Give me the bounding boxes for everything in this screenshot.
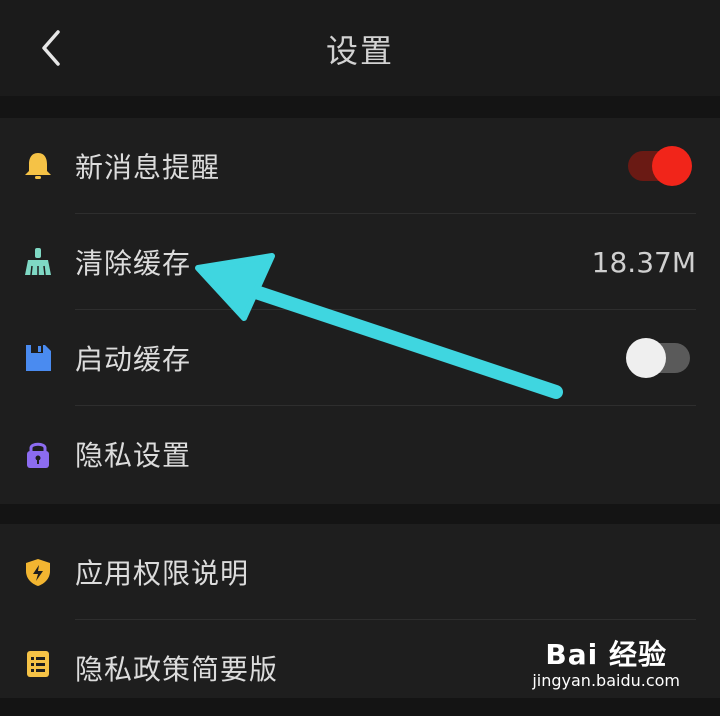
cache-size-value: 18.37M (591, 245, 696, 279)
settings-item-label: 清除缓存 (75, 247, 192, 280)
page-title: 设置 (325, 32, 394, 70)
watermark: Bai 经验 jingyan.baidu.com (532, 633, 680, 690)
shield-icon (22, 556, 54, 588)
toggle-knob (652, 146, 692, 186)
settings-item-label: 隐私政策简要版 (75, 653, 279, 686)
document-icon (22, 648, 54, 680)
save-icon (22, 342, 54, 374)
settings-group-main: 新消息提醒 清除缓存 18.37M 启动缓存 隐私设置 (0, 118, 720, 504)
settings-item-clear-cache[interactable]: 清除缓存 18.37M (0, 214, 720, 310)
broom-icon (22, 246, 54, 278)
settings-item-privacy[interactable]: 隐私设置 (0, 406, 720, 502)
top-bar: 设置 (0, 0, 720, 96)
settings-item-label: 新消息提醒 (75, 151, 221, 184)
startup-cache-toggle[interactable] (626, 338, 690, 378)
lock-icon (22, 438, 54, 470)
watermark-logo: Bai 经验 (545, 638, 667, 671)
settings-item-new-message[interactable]: 新消息提醒 (0, 118, 720, 214)
settings-item-app-permissions[interactable]: 应用权限说明 (0, 524, 720, 620)
settings-item-startup-cache[interactable]: 启动缓存 (0, 310, 720, 406)
settings-item-label: 启动缓存 (75, 343, 192, 376)
settings-item-label: 应用权限说明 (75, 557, 250, 590)
new-message-toggle[interactable] (628, 146, 692, 186)
watermark-url: jingyan.baidu.com (532, 671, 680, 690)
toggle-knob (626, 338, 666, 378)
bell-icon (22, 150, 54, 182)
settings-item-label: 隐私设置 (75, 439, 192, 472)
